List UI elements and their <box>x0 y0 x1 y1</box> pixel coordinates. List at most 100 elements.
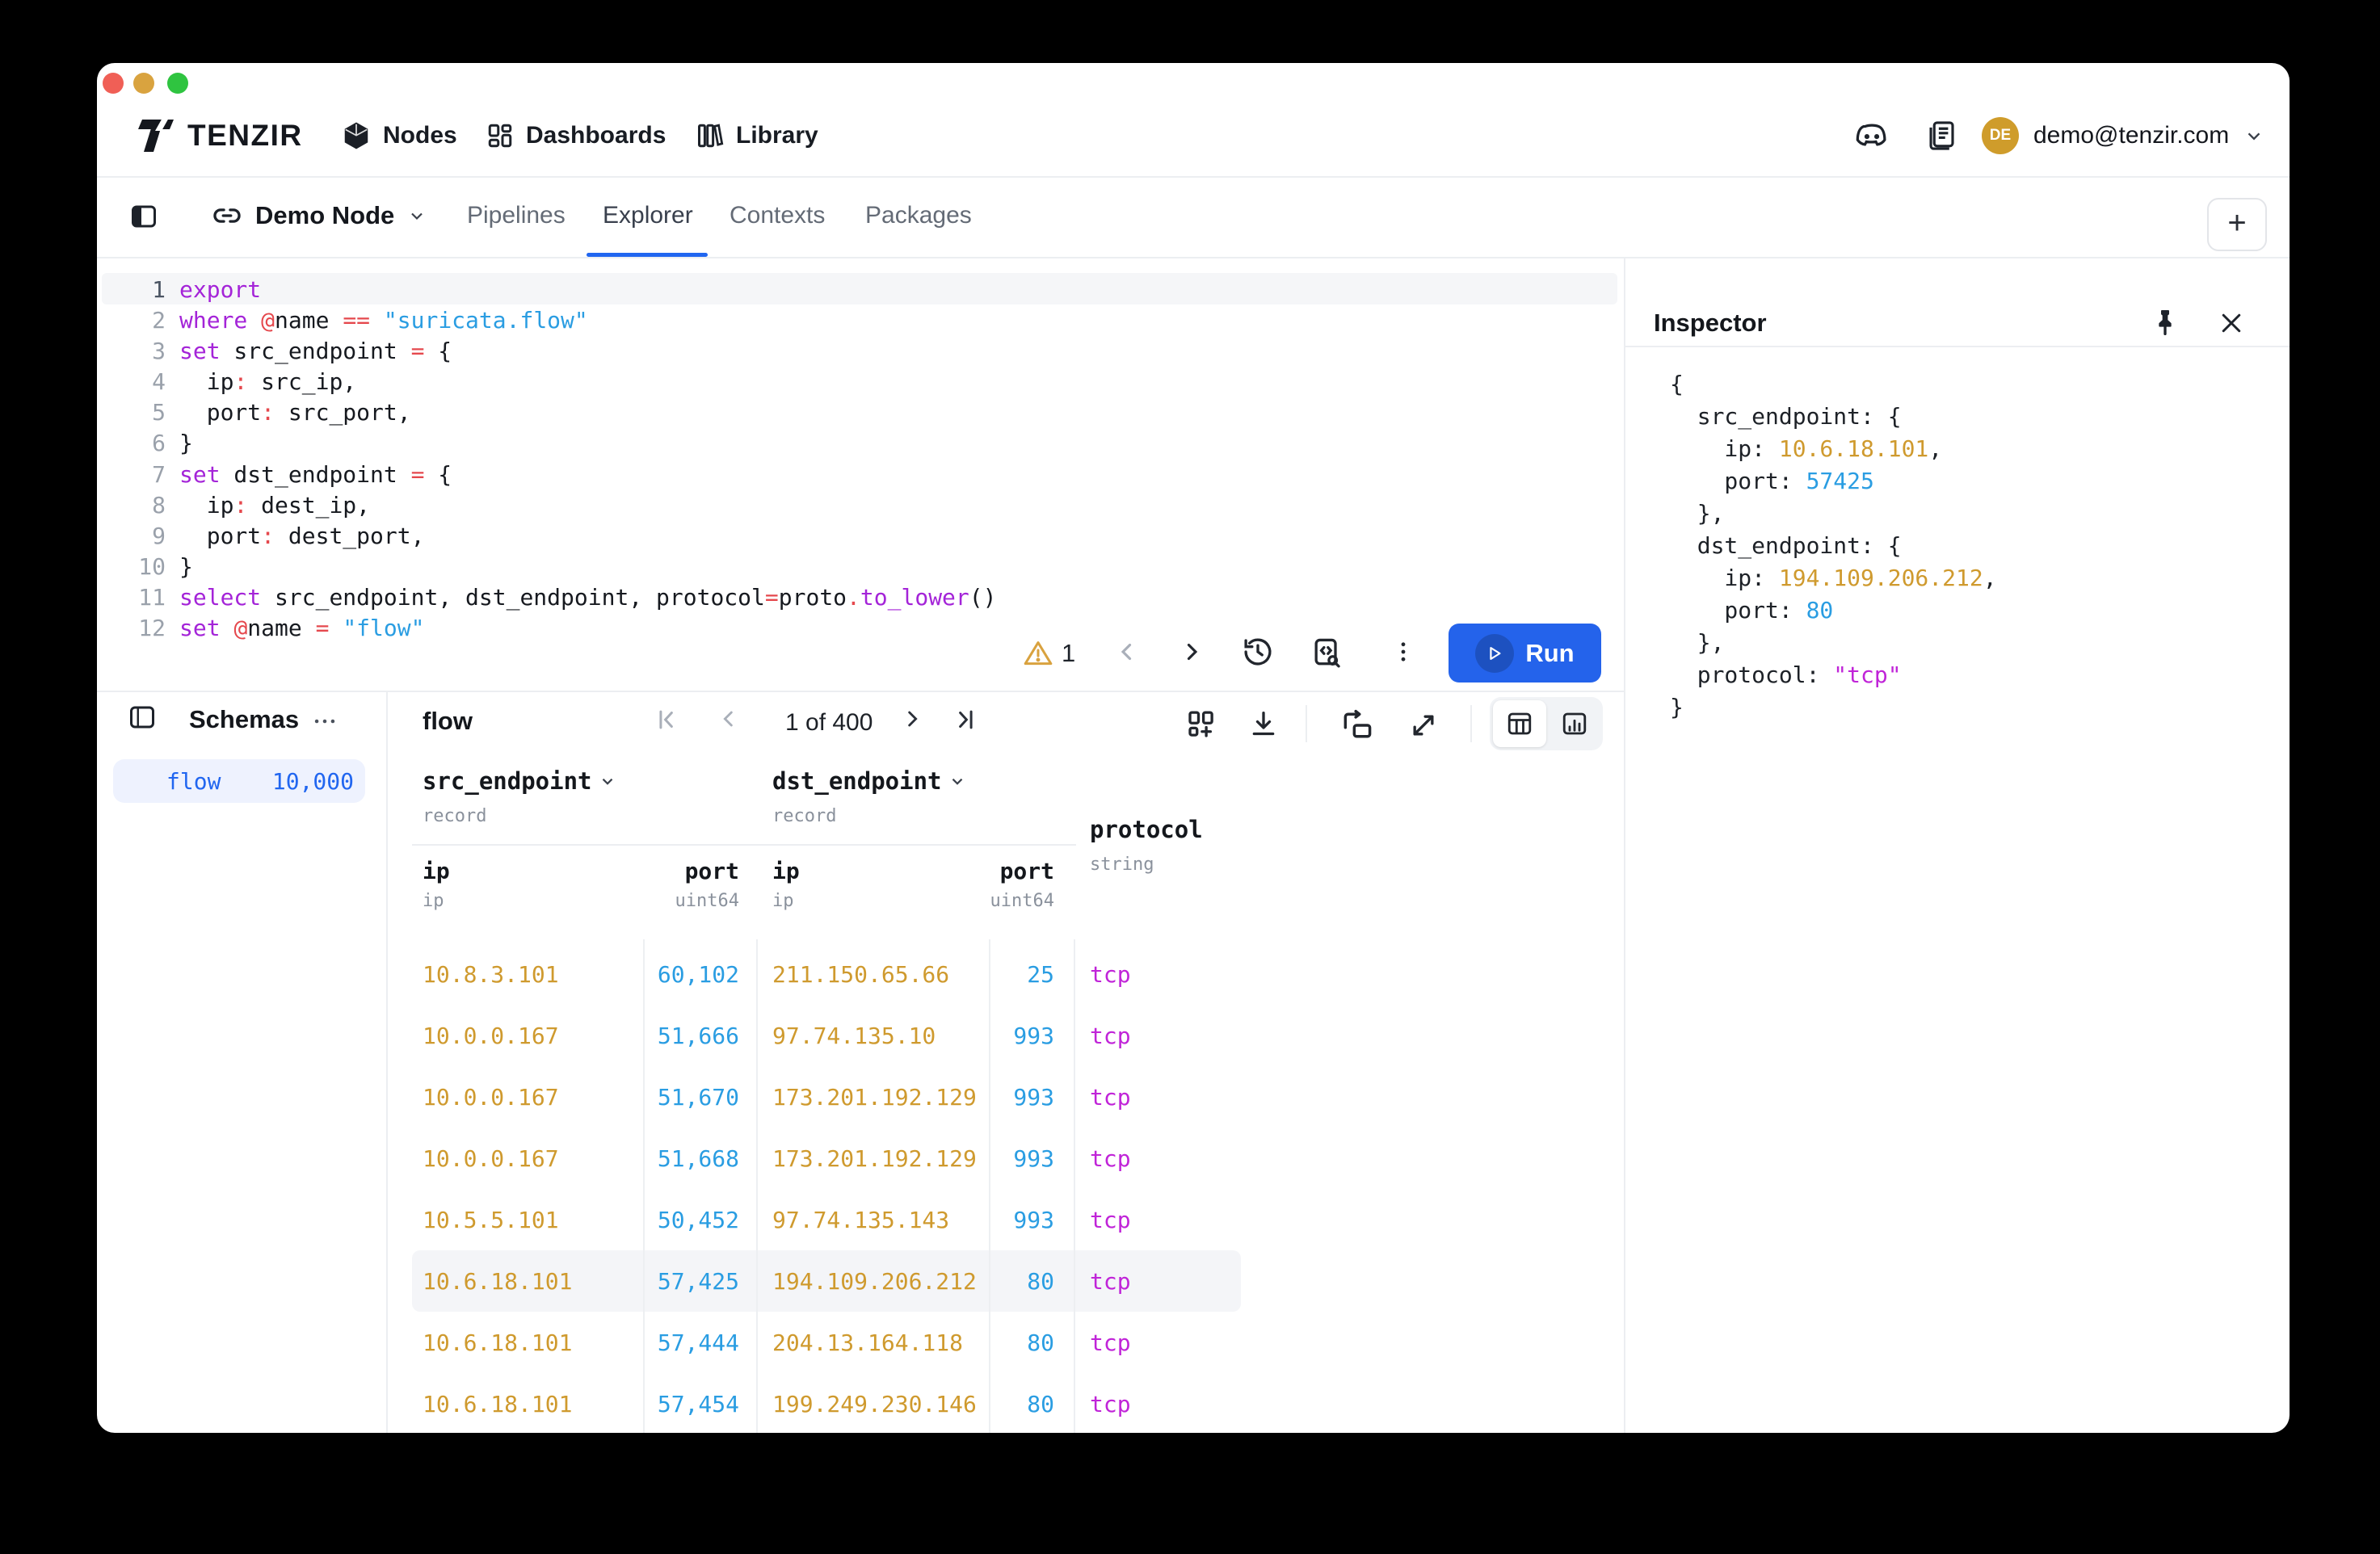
user-menu[interactable]: DE demo@tenzir.com <box>1982 102 2264 170</box>
pivot-button[interactable] <box>1339 708 1375 747</box>
last-page-button[interactable] <box>952 706 979 733</box>
editor-line[interactable]: 4 ip: src_ip, <box>97 367 1624 397</box>
table-row[interactable]: 10.0.0.16751,668173.201.192.129993tcp <box>412 1128 1241 1189</box>
cell-dst_port[interactable]: 993 <box>989 1023 1074 1049</box>
cell-dst_port[interactable]: 80 <box>989 1268 1074 1295</box>
cell-dst_port[interactable]: 993 <box>989 1207 1074 1233</box>
cell-src_ip[interactable]: 10.0.0.167 <box>412 1084 643 1111</box>
cell-protocol[interactable]: tcp <box>1074 1207 1241 1233</box>
close-inspector-button[interactable] <box>2217 309 2246 338</box>
editor-line[interactable]: 2where @name == "suricata.flow" <box>97 305 1624 336</box>
subcolumn-src-ip[interactable]: ipip <box>412 858 643 911</box>
tab-packages[interactable]: Packages <box>865 176 972 255</box>
history-back-button[interactable] <box>1113 638 1141 666</box>
table-row[interactable]: 10.8.3.10160,102211.150.65.6625tcp <box>412 943 1241 1005</box>
toggle-sidebar-button[interactable] <box>128 200 160 233</box>
cell-src_ip[interactable]: 10.6.18.101 <box>412 1329 643 1356</box>
cell-dst_port[interactable]: 993 <box>989 1145 1074 1172</box>
cell-src_port[interactable]: 51,670 <box>643 1084 756 1111</box>
column-group-src-endpoint[interactable]: src_endpoint <box>423 767 616 795</box>
add-to-dashboard-button[interactable] <box>1184 708 1218 746</box>
cell-dst_ip[interactable]: 194.109.206.212 <box>756 1268 989 1295</box>
cell-src_port[interactable]: 57,454 <box>643 1391 756 1418</box>
schemas-menu-button[interactable] <box>309 708 341 735</box>
cell-dst_ip[interactable]: 199.249.230.146 <box>756 1391 989 1418</box>
cell-src_ip[interactable]: 10.8.3.101 <box>412 961 643 988</box>
expand-button[interactable] <box>1407 709 1440 746</box>
cell-dst_ip[interactable]: 204.13.164.118 <box>756 1329 989 1356</box>
cell-dst_ip[interactable]: 97.74.135.10 <box>756 1023 989 1049</box>
cell-src_ip[interactable]: 10.6.18.101 <box>412 1268 643 1295</box>
brand-logo[interactable]: TENZIR <box>136 102 303 170</box>
tab-contexts[interactable]: Contexts <box>730 176 825 255</box>
diagnostics-warning[interactable]: 1 <box>1023 638 1075 669</box>
chart-view-button[interactable] <box>1550 700 1600 747</box>
prev-page-button[interactable] <box>716 706 742 732</box>
cell-protocol[interactable]: tcp <box>1074 1268 1241 1295</box>
docs-button[interactable] <box>1924 102 1958 170</box>
cell-dst_ip[interactable]: 173.201.192.129 <box>756 1084 989 1111</box>
nav-item-nodes[interactable]: Nodes <box>341 102 457 170</box>
cell-protocol[interactable]: tcp <box>1074 1023 1241 1049</box>
table-row[interactable]: 10.0.0.16751,670173.201.192.129993tcp <box>412 1066 1241 1128</box>
collapse-schemas-button[interactable] <box>128 703 157 732</box>
run-button[interactable]: Run <box>1449 624 1601 682</box>
node-selector[interactable]: Demo Node <box>212 176 427 255</box>
pin-inspector-button[interactable] <box>2149 307 2181 339</box>
cell-src_ip[interactable]: 10.0.0.167 <box>412 1023 643 1049</box>
column-group-dst-endpoint[interactable]: dst_endpoint <box>772 767 966 795</box>
cell-protocol[interactable]: tcp <box>1074 1329 1241 1356</box>
editor-line[interactable]: 6} <box>97 428 1624 459</box>
table-row[interactable]: 10.6.18.10157,444204.13.164.11880tcp <box>412 1312 1241 1373</box>
editor-line[interactable]: 3set src_endpoint = { <box>97 336 1624 367</box>
cell-dst_port[interactable]: 80 <box>989 1391 1074 1418</box>
tab-explorer[interactable]: Explorer <box>603 176 693 255</box>
cell-dst_ip[interactable]: 97.74.135.143 <box>756 1207 989 1233</box>
nav-item-dashboards[interactable]: Dashboards <box>486 102 666 170</box>
cell-protocol[interactable]: tcp <box>1074 1391 1241 1418</box>
table-view-button[interactable] <box>1493 700 1546 747</box>
cell-dst_ip[interactable]: 173.201.192.129 <box>756 1145 989 1172</box>
download-button[interactable] <box>1247 708 1280 744</box>
cell-dst_port[interactable]: 80 <box>989 1329 1074 1356</box>
cell-src_port[interactable]: 60,102 <box>643 961 756 988</box>
cell-dst_port[interactable]: 993 <box>989 1084 1074 1111</box>
cell-src_port[interactable]: 57,425 <box>643 1268 756 1295</box>
cell-protocol[interactable]: tcp <box>1074 1084 1241 1111</box>
cell-src_port[interactable]: 51,666 <box>643 1023 756 1049</box>
cell-src_port[interactable]: 50,452 <box>643 1207 756 1233</box>
subcolumn-dst-ip[interactable]: ipip <box>756 858 989 911</box>
tab-pipelines[interactable]: Pipelines <box>467 176 566 255</box>
first-page-button[interactable] <box>653 706 680 733</box>
subcolumn-src-port[interactable]: portuint64 <box>643 858 756 911</box>
query-snippets-button[interactable] <box>1309 635 1344 670</box>
column-protocol[interactable]: protocol <box>1090 816 1203 843</box>
cell-src_ip[interactable]: 10.6.18.101 <box>412 1391 643 1418</box>
editor-line[interactable]: 7set dst_endpoint = { <box>97 460 1624 490</box>
history-forward-button[interactable] <box>1178 638 1205 666</box>
table-row[interactable]: 10.5.5.10150,45297.74.135.143993tcp <box>412 1189 1241 1250</box>
add-tab-button[interactable]: + <box>2207 198 2267 251</box>
editor-line[interactable]: 9 port: dest_port, <box>97 521 1624 552</box>
query-history-button[interactable] <box>1241 635 1275 669</box>
nav-item-library[interactable]: Library <box>696 102 818 170</box>
editor-line[interactable]: 5 port: src_port, <box>97 397 1624 428</box>
cell-dst_port[interactable]: 25 <box>989 961 1074 988</box>
inspector-json-view[interactable]: { src_endpoint: { ip: 10.6.18.101, port:… <box>1670 368 1997 724</box>
cell-src_ip[interactable]: 10.0.0.167 <box>412 1145 643 1172</box>
cell-src_port[interactable]: 57,444 <box>643 1329 756 1356</box>
cell-src_port[interactable]: 51,668 <box>643 1145 756 1172</box>
table-row[interactable]: 10.0.0.16751,66697.74.135.10993tcp <box>412 1005 1241 1066</box>
editor-line[interactable]: 11select src_endpoint, dst_endpoint, pro… <box>97 582 1624 613</box>
editor-line[interactable]: 8 ip: dest_ip, <box>97 490 1624 521</box>
cell-protocol[interactable]: tcp <box>1074 961 1241 988</box>
discord-button[interactable] <box>1852 102 1892 170</box>
table-row[interactable]: 10.6.18.10157,454199.249.230.14680tcp <box>412 1373 1241 1433</box>
cell-src_ip[interactable]: 10.5.5.101 <box>412 1207 643 1233</box>
editor-menu-button[interactable] <box>1390 638 1417 666</box>
editor-line[interactable]: 10} <box>97 552 1624 582</box>
table-row[interactable]: 10.6.18.10157,425194.109.206.21280tcp <box>412 1250 1241 1312</box>
query-editor[interactable]: 1export2where @name == "suricata.flow"3s… <box>97 257 1624 691</box>
cell-dst_ip[interactable]: 211.150.65.66 <box>756 961 989 988</box>
cell-protocol[interactable]: tcp <box>1074 1145 1241 1172</box>
